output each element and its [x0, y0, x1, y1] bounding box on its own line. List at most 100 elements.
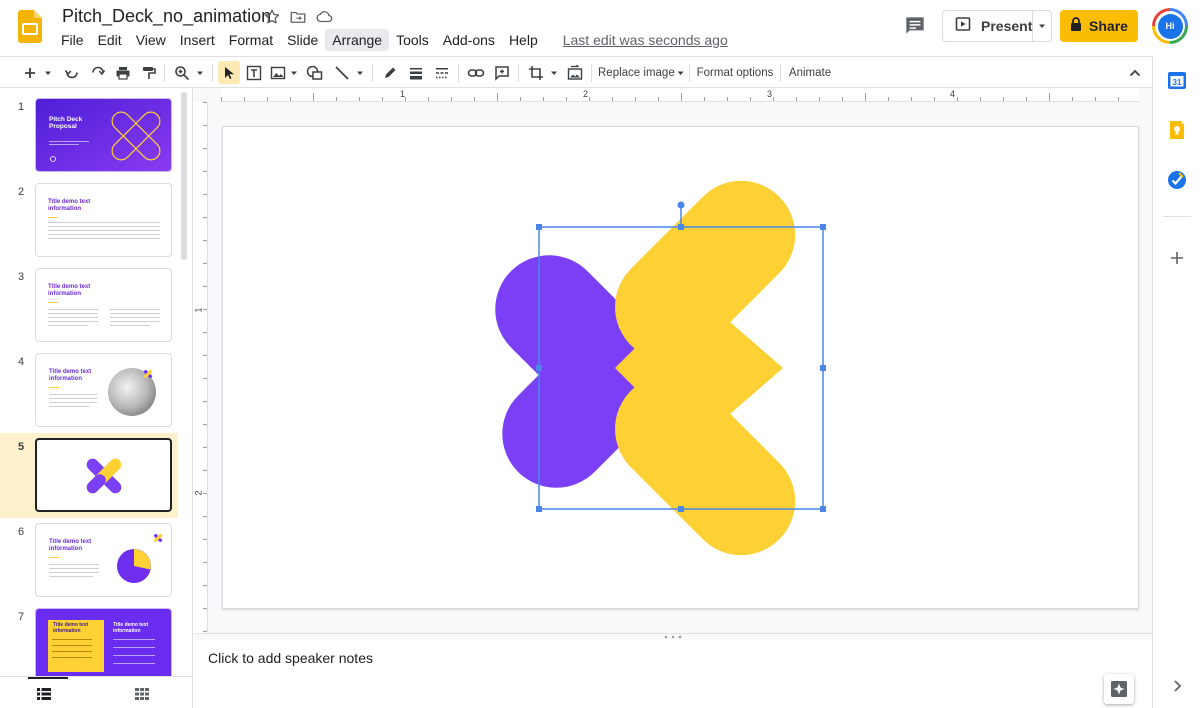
filmstrip-slide-4[interactable]: 4 Title demo text information	[0, 348, 178, 433]
insert-image-button[interactable]	[268, 57, 300, 88]
filmstrip-view-icon[interactable]	[37, 687, 51, 705]
plus-icon	[25, 67, 35, 78]
reset-image-button[interactable]	[564, 57, 586, 88]
share-button[interactable]: Share	[1060, 10, 1138, 42]
menu-arrange[interactable]: Arrange	[325, 29, 390, 51]
resize-handle	[678, 224, 684, 230]
slide-thumbnail-title-left: Title demo text information	[53, 622, 89, 634]
filmstrip-slide-6[interactable]: 6 Title demo text information	[0, 518, 178, 603]
present-button[interactable]: Present	[942, 10, 1052, 42]
menu-file[interactable]: File	[54, 29, 91, 51]
slide-thumbnail[interactable]: Title demo text information	[35, 523, 172, 597]
explore-button[interactable]	[1104, 674, 1134, 704]
cloud-status-icon[interactable]	[315, 8, 333, 26]
menu-help[interactable]: Help	[502, 29, 545, 51]
slide-thumbnail-title: Pitch Deck Proposal	[49, 116, 83, 131]
expand-panel-chevron-icon[interactable]	[1167, 676, 1187, 696]
slide-thumbnail[interactable]: Title demo text information	[35, 268, 172, 342]
filmstrip-slide-5[interactable]: 5	[0, 433, 178, 518]
slide-number: 7	[18, 611, 25, 623]
animate-button[interactable]: Animate	[786, 57, 834, 88]
text-box-tool[interactable]	[243, 57, 265, 88]
present-main[interactable]: Present	[943, 11, 1033, 41]
calendar-icon[interactable]: 31	[1167, 70, 1187, 90]
vertical-ruler[interactable]: 1 2	[194, 102, 208, 633]
comment-history-icon[interactable]	[902, 13, 928, 39]
format-options-label: Format options	[696, 66, 774, 79]
menu-slide[interactable]: Slide	[280, 29, 325, 51]
slide-thumbnail-title: Title demo text information	[48, 199, 91, 212]
slide-workspace: 1 2 3 4 1 2	[194, 88, 1152, 633]
grid-view-icon[interactable]	[135, 687, 149, 705]
zoom-icon	[174, 65, 189, 80]
crop-image-button[interactable]	[525, 57, 561, 88]
menu-edit[interactable]: Edit	[91, 29, 129, 51]
filmstrip-view-toggle	[0, 676, 192, 708]
x-logo-image[interactable]	[473, 159, 818, 578]
move-folder-icon[interactable]	[289, 8, 307, 26]
last-edit-link[interactable]: Last edit was seconds ago	[563, 32, 728, 48]
x-logo-thumbnail	[86, 458, 122, 494]
slide-number: 1	[18, 101, 25, 113]
speaker-notes[interactable]: Click to add speaker notes	[194, 640, 1152, 708]
undo-icon	[64, 69, 78, 78]
redo-button[interactable]	[87, 57, 109, 88]
header: Pitch_Deck_no_animation File Edit View I…	[0, 0, 1200, 56]
get-add-ons-plus-icon[interactable]	[1167, 248, 1187, 268]
menu-format[interactable]: Format	[222, 29, 280, 51]
print-button[interactable]	[112, 57, 134, 88]
share-label: Share	[1089, 18, 1128, 34]
insert-link-button[interactable]	[465, 57, 487, 88]
new-slide-button[interactable]	[20, 57, 56, 88]
document-title[interactable]: Pitch_Deck_no_animation	[62, 6, 271, 27]
slide-number: 6	[18, 526, 25, 538]
menu-tools[interactable]: Tools	[389, 29, 436, 51]
slide-thumbnail[interactable]: Title demo text information	[35, 353, 172, 427]
border-weight-icon	[410, 67, 422, 79]
slide-canvas[interactable]	[222, 126, 1139, 609]
slide-number: 4	[18, 356, 25, 368]
undo-button[interactable]	[61, 57, 83, 88]
menu-view[interactable]: View	[129, 29, 173, 51]
chevron-down-icon	[290, 71, 297, 75]
filmstrip-slide-2[interactable]: 2 Title demo text information	[0, 178, 178, 263]
notes-resize-handle[interactable]	[194, 633, 1152, 640]
format-options-button[interactable]: Format options	[695, 57, 775, 88]
border-dash-button[interactable]	[431, 57, 453, 88]
slide-thumbnail[interactable]: Pitch Deck Proposal	[35, 98, 172, 172]
tasks-icon[interactable]	[1167, 170, 1187, 190]
select-tool[interactable]	[218, 61, 240, 84]
paint-format-button[interactable]	[138, 57, 160, 88]
replace-image-button[interactable]: Replace image	[598, 57, 684, 88]
keep-icon[interactable]	[1167, 120, 1187, 140]
filmstrip-slide-1[interactable]: 1 Pitch Deck Proposal	[0, 93, 178, 178]
menu-add-ons[interactable]: Add-ons	[436, 29, 502, 51]
pie-chart-image	[117, 533, 163, 583]
menu-bar: File Edit View Insert Format Slide Arran…	[54, 29, 728, 51]
redo-icon	[92, 66, 106, 75]
speaker-notes-placeholder[interactable]: Click to add speaker notes	[208, 650, 373, 666]
reset-image-icon	[567, 64, 583, 80]
shape-tool[interactable]	[304, 57, 326, 88]
chevron-down-icon	[677, 71, 684, 75]
resize-handle	[536, 365, 542, 371]
hide-menus-button[interactable]	[1124, 57, 1146, 88]
slide-thumbnail[interactable]: Title demo text information	[35, 183, 172, 257]
filmstrip-scrollbar[interactable]	[181, 92, 187, 260]
present-options-dropdown[interactable]	[1033, 21, 1051, 31]
menu-insert[interactable]: Insert	[173, 29, 222, 51]
star-icon[interactable]	[263, 8, 281, 26]
zoom-button[interactable]	[170, 57, 208, 88]
horizontal-ruler[interactable]: 1 2 3 4	[221, 88, 1139, 102]
crop-icon	[528, 65, 543, 80]
line-tool[interactable]	[331, 57, 367, 88]
filmstrip-slide-3[interactable]: 3 Title demo text information	[0, 263, 178, 348]
border-color-button[interactable]	[379, 57, 401, 88]
slide-thumbnail[interactable]: Title demo text information Title demo t…	[35, 608, 172, 682]
border-weight-button[interactable]	[405, 57, 427, 88]
slide-thumbnail[interactable]	[35, 438, 172, 512]
account-avatar[interactable]: Hi	[1152, 8, 1188, 44]
slides-logo-icon[interactable]	[18, 10, 42, 48]
add-comment-button[interactable]	[491, 57, 513, 88]
print-icon	[116, 66, 130, 80]
